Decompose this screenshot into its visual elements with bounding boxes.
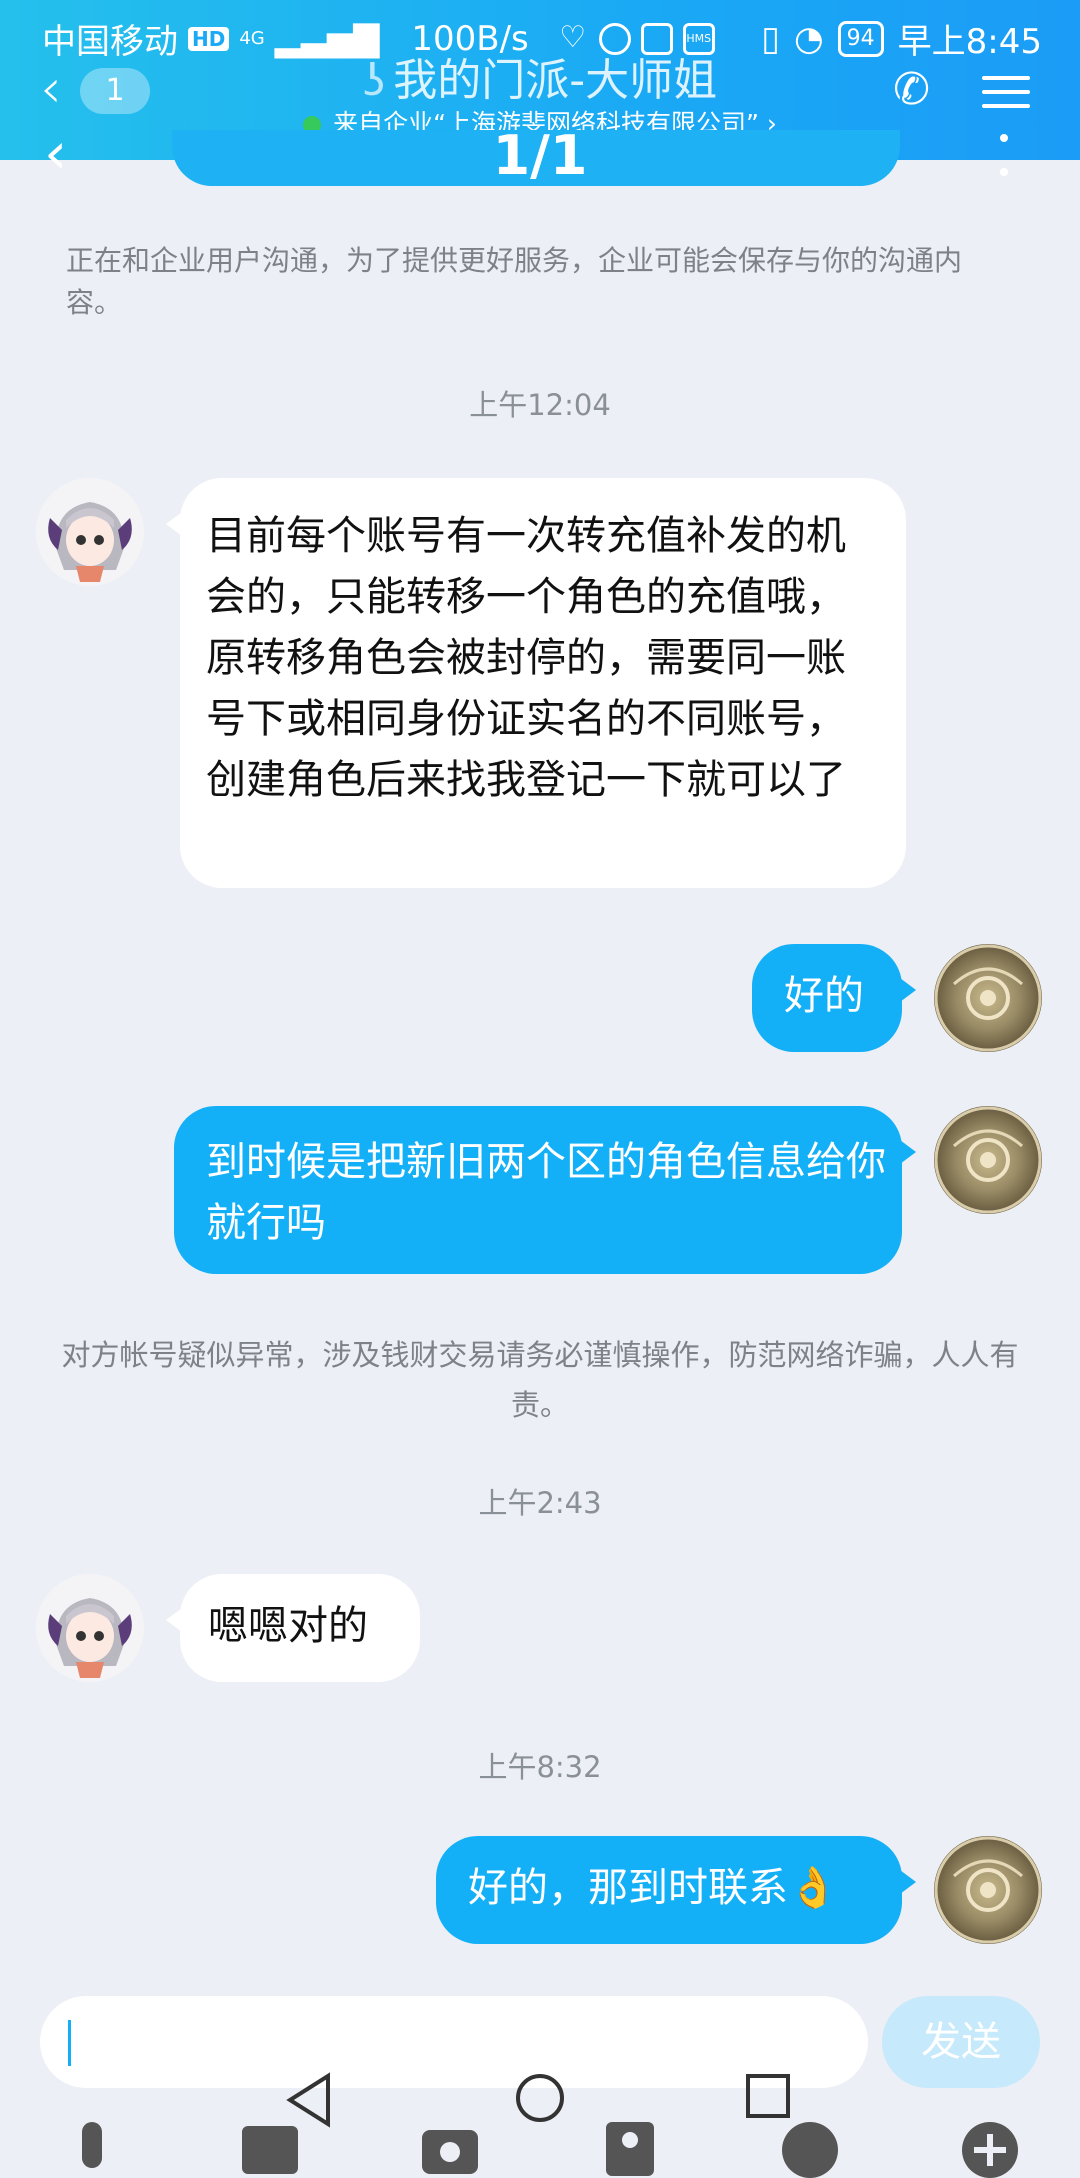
send-button[interactable]: 发送 bbox=[882, 1996, 1040, 2088]
image-icon[interactable] bbox=[240, 2118, 300, 2178]
message-bubble-outgoing[interactable]: 到时候是把新旧两个区的角色信息给你就行吗 bbox=[174, 1106, 916, 1274]
contact-avatar[interactable] bbox=[36, 478, 144, 586]
image-counter: 1/1 bbox=[492, 124, 588, 187]
text-caret bbox=[68, 2020, 71, 2066]
enterprise-notice: 正在和企业用户沟通，为了提供更好服务，企业可能会保存与你的沟通内容。 bbox=[66, 244, 963, 319]
timestamp: 上午12:04 bbox=[469, 388, 611, 422]
ear-icon: ʖ bbox=[362, 55, 386, 106]
menu-icon[interactable] bbox=[982, 66, 1030, 118]
timestamp: 上午2:43 bbox=[478, 1486, 602, 1520]
coin-avatar-icon bbox=[934, 1106, 1042, 1214]
coin-avatar-icon bbox=[934, 944, 1042, 1052]
message-bubble-outgoing[interactable]: 好的，那到时联系👌 bbox=[436, 1836, 916, 1944]
message-bubble-incoming[interactable]: 嗯嗯对的 bbox=[166, 1574, 420, 1682]
contact-avatar[interactable] bbox=[36, 1574, 144, 1682]
phone-icon[interactable]: ✆ bbox=[893, 64, 930, 115]
input-toolbar bbox=[0, 2110, 1080, 2178]
anime-girl-avatar-icon bbox=[36, 478, 144, 586]
security-warning: 对方帐号疑似异常，涉及钱财交易请务必谨慎操作，防范网络诈骗，人人有责。 bbox=[61, 1338, 1019, 1422]
plus-icon[interactable] bbox=[960, 2118, 1020, 2178]
self-avatar[interactable] bbox=[934, 1836, 1042, 1944]
emoji-icon[interactable] bbox=[780, 2118, 840, 2178]
coin-avatar-icon bbox=[934, 1836, 1042, 1944]
self-avatar[interactable] bbox=[934, 1106, 1042, 1214]
anime-girl-avatar-icon bbox=[36, 1574, 144, 1682]
message-bubble-incoming[interactable]: 目前每个账号有一次转充值补发的机会的，只能转移一个角色的充值哦，原转移角色会被封… bbox=[166, 478, 906, 888]
self-avatar[interactable] bbox=[934, 944, 1042, 1052]
microphone-icon[interactable] bbox=[62, 2118, 122, 2178]
message-bubble-outgoing[interactable]: 好的 bbox=[752, 944, 916, 1052]
chat-title: 我的门派-大师姐 bbox=[393, 55, 718, 106]
red-packet-icon[interactable] bbox=[600, 2118, 660, 2178]
timestamp: 上午8:32 bbox=[478, 1750, 602, 1784]
more-options-icon[interactable] bbox=[1000, 134, 1008, 202]
camera-icon[interactable] bbox=[420, 2118, 480, 2178]
